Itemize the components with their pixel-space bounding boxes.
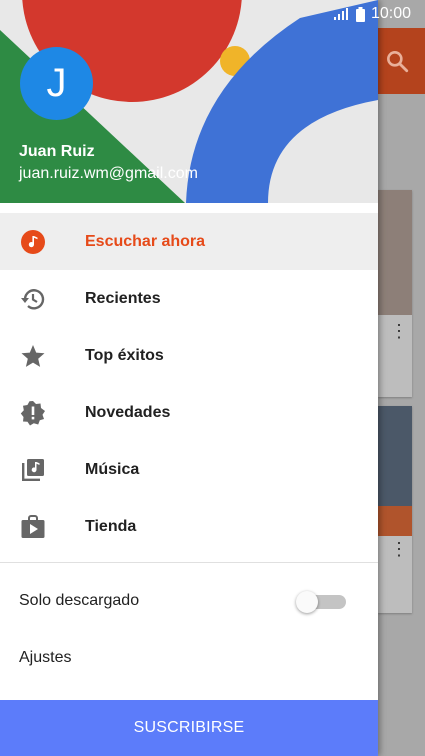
avatar[interactable]: J xyxy=(20,47,93,120)
menu-item-recent[interactable]: Recientes xyxy=(0,270,378,327)
subscribe-button[interactable]: SUSCRIBIRSE xyxy=(0,700,378,756)
menu-item-store[interactable]: Tienda xyxy=(0,498,378,555)
user-email[interactable]: juan.ruiz.wm@gmail.com xyxy=(19,165,198,183)
downloaded-only-toggle[interactable] xyxy=(296,591,346,613)
downloaded-only-row[interactable]: Solo descargado xyxy=(0,573,378,629)
menu-item-music[interactable]: Música xyxy=(0,441,378,498)
listen-now-icon xyxy=(21,230,45,254)
menu-item-label: Tienda xyxy=(85,517,137,535)
menu-divider xyxy=(0,562,378,563)
status-time: 10:00 xyxy=(370,5,411,22)
star-icon xyxy=(21,345,45,367)
music-library-icon xyxy=(22,459,44,481)
downloaded-only-label: Solo descargado xyxy=(19,592,140,609)
background-album-card[interactable]: ⋮ xyxy=(378,190,412,397)
more-options-icon[interactable]: ⋮ xyxy=(390,540,408,558)
drawer-header: J Juan Ruiz juan.ruiz.wm@gmail.com xyxy=(0,0,378,203)
navigation-drawer: J Juan Ruiz juan.ruiz.wm@gmail.com Escuc… xyxy=(0,0,378,756)
menu-item-new-releases[interactable]: Novedades xyxy=(0,384,378,441)
settings-row[interactable]: Ajustes xyxy=(0,630,378,686)
more-options-icon[interactable]: ⋮ xyxy=(390,322,408,340)
menu-item-top-hits[interactable]: Top éxitos xyxy=(0,327,378,384)
menu-item-label: Novedades xyxy=(85,403,171,421)
drawer-menu: Escuchar ahora Recientes Top éxitos Nove… xyxy=(0,213,378,555)
new-releases-icon xyxy=(20,401,45,426)
settings-label: Ajustes xyxy=(19,649,72,666)
search-icon[interactable] xyxy=(384,48,410,74)
menu-item-label: Top éxitos xyxy=(85,346,164,364)
store-icon xyxy=(21,515,45,538)
history-icon xyxy=(21,289,45,310)
battery-icon xyxy=(355,6,365,22)
user-name: Juan Ruiz xyxy=(19,143,95,160)
menu-item-label: Recientes xyxy=(85,289,161,307)
menu-item-listen-now[interactable]: Escuchar ahora xyxy=(0,213,378,270)
background-album-card[interactable]: ⋮ xyxy=(378,406,412,613)
menu-item-label: Escuchar ahora xyxy=(85,232,206,250)
signal-icon xyxy=(333,8,348,20)
toggle-knob xyxy=(296,591,318,613)
menu-item-label: Música xyxy=(85,460,140,478)
status-bar: 10:00 xyxy=(0,0,425,28)
